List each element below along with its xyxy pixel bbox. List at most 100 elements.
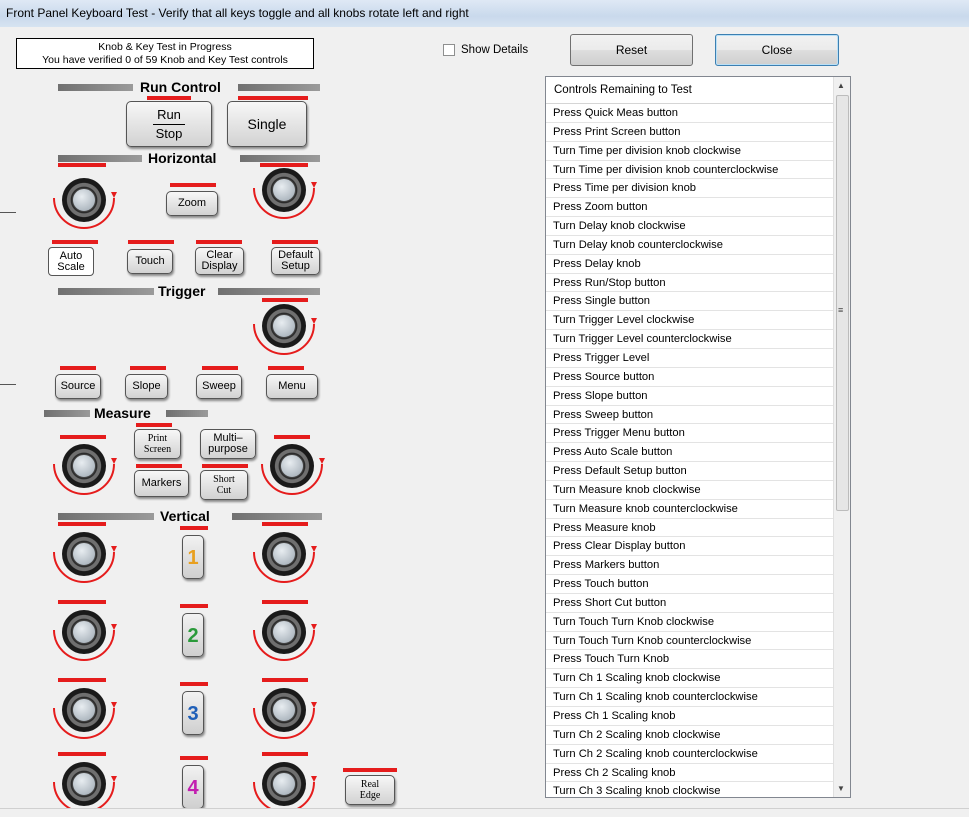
vertical-heading: Vertical xyxy=(160,508,210,524)
list-item[interactable]: Press Default Setup button xyxy=(546,462,836,481)
auto-scale-button[interactable]: Auto Scale xyxy=(48,247,94,276)
rotate-arrow-icon xyxy=(253,318,317,355)
touch-button[interactable]: Touch xyxy=(127,249,173,274)
purpose-label: purpose xyxy=(208,443,248,455)
channel-3-button[interactable]: 3 xyxy=(182,691,204,735)
single-button[interactable]: Single xyxy=(227,101,307,147)
multipurpose-button[interactable]: Multi– purpose xyxy=(200,429,256,459)
list-scrollbar[interactable]: ▲ ≡ ▼ xyxy=(833,77,850,797)
menu-button[interactable]: Menu xyxy=(266,374,318,399)
list-item[interactable]: Press Source button xyxy=(546,368,836,387)
list-item[interactable]: Press Single button xyxy=(546,292,836,312)
list-item[interactable]: Press Auto Scale button xyxy=(546,443,836,463)
source-indicator xyxy=(60,366,96,370)
list-item[interactable]: Press Touch Turn Knob xyxy=(546,650,836,670)
list-item[interactable]: Press Time per division knob xyxy=(546,179,836,199)
channel-2-button[interactable]: 2 xyxy=(182,613,204,657)
sweep-button[interactable]: Sweep xyxy=(196,374,242,399)
channel-indicator xyxy=(180,756,208,760)
single-indicator xyxy=(238,96,308,100)
rotate-arrow-icon xyxy=(53,624,117,661)
default-setup-button[interactable]: Default Setup xyxy=(271,247,320,275)
list-item[interactable]: Press Slope button xyxy=(546,387,836,406)
display-label: Display xyxy=(201,260,238,272)
show-details-checkbox[interactable]: Show Details xyxy=(443,44,528,56)
list-item[interactable]: Turn Time per division knob counterclock… xyxy=(546,161,836,180)
list-item[interactable]: Turn Ch 1 Scaling knob counterclockwise xyxy=(546,688,836,707)
knob-indicator xyxy=(58,163,106,167)
default-setup-indicator xyxy=(272,240,318,244)
list-item[interactable]: Turn Trigger Level clockwise xyxy=(546,311,836,331)
title-bar: Front Panel Keyboard Test - Verify that … xyxy=(0,0,969,27)
short-cut-button[interactable]: Short Cut xyxy=(200,470,248,500)
channel-indicator xyxy=(180,682,208,686)
list-item[interactable]: Press Short Cut button xyxy=(546,594,836,613)
list-item[interactable]: Press Markers button xyxy=(546,556,836,576)
list-item[interactable]: Press Ch 1 Scaling knob xyxy=(546,707,836,726)
source-button[interactable]: Source xyxy=(55,374,101,399)
print-screen-button[interactable]: Print Screen xyxy=(134,429,181,459)
section-bar xyxy=(218,288,320,295)
list-item[interactable]: Press Touch button xyxy=(546,575,836,594)
list-item[interactable]: Press Ch 2 Scaling knob xyxy=(546,764,836,783)
window-title: Front Panel Keyboard Test - Verify that … xyxy=(6,6,469,20)
list-item[interactable]: Turn Ch 2 Scaling knob counterclockwise xyxy=(546,745,836,764)
list-item[interactable]: Press Delay knob xyxy=(546,255,836,274)
section-bar xyxy=(58,513,154,520)
list-item[interactable]: Press Trigger Level xyxy=(546,349,836,368)
list-item[interactable]: Turn Trigger Level counterclockwise xyxy=(546,330,836,349)
list-item[interactable]: Press Quick Meas button xyxy=(546,104,836,123)
list-item[interactable]: Press Print Screen button xyxy=(546,123,836,142)
section-bar xyxy=(58,84,133,91)
markers-button[interactable]: Markers xyxy=(134,470,189,497)
list-item[interactable]: Turn Ch 3 Scaling knob clockwise xyxy=(546,782,836,797)
list-item[interactable]: Turn Measure knob counterclockwise xyxy=(546,500,836,519)
list-item[interactable]: Press Measure knob xyxy=(546,519,836,538)
reset-button[interactable]: Reset xyxy=(570,34,693,66)
rotate-arrow-icon xyxy=(261,458,325,495)
controls-remaining-list[interactable]: Controls Remaining to Test Press Quick M… xyxy=(545,76,851,798)
section-bar xyxy=(238,84,320,91)
short-label: Short xyxy=(213,474,235,485)
scroll-thumb[interactable] xyxy=(836,95,849,511)
list-item[interactable]: Turn Delay knob clockwise xyxy=(546,217,836,236)
list-item[interactable]: Turn Time per division knob clockwise xyxy=(546,142,836,161)
list-item[interactable]: Press Clear Display button xyxy=(546,537,836,557)
list-header[interactable]: Controls Remaining to Test xyxy=(546,77,850,104)
close-button[interactable]: Close xyxy=(715,34,839,66)
scroll-up-icon[interactable]: ▲ xyxy=(837,81,845,90)
sweep-indicator xyxy=(202,366,238,370)
list-item[interactable]: Press Zoom button xyxy=(546,198,836,218)
short-cut-indicator xyxy=(202,464,248,468)
measure-heading: Measure xyxy=(94,405,151,421)
clear-display-button[interactable]: Clear Display xyxy=(195,247,244,275)
slope-button[interactable]: Slope xyxy=(125,374,168,399)
list-item[interactable]: Turn Delay knob counterclockwise xyxy=(546,236,836,255)
list-item[interactable]: Press Sweep button xyxy=(546,406,836,425)
list-item[interactable]: Turn Touch Turn Knob counterclockwise xyxy=(546,632,836,651)
rotate-arrow-icon xyxy=(253,546,317,583)
auto-label: Auto xyxy=(59,249,83,262)
section-bar xyxy=(58,288,154,295)
list-item[interactable]: Press Run/Stop button xyxy=(546,274,836,293)
channel-4-button[interactable]: 4 xyxy=(182,765,204,809)
trigger-heading: Trigger xyxy=(158,283,206,299)
list-item[interactable]: Turn Ch 2 Scaling knob clockwise xyxy=(546,726,836,745)
channel-1-button[interactable]: 1 xyxy=(182,535,204,579)
list-item[interactable]: Press Trigger Menu button xyxy=(546,424,836,444)
checkbox-box[interactable] xyxy=(443,44,455,56)
rotate-arrow-icon xyxy=(253,182,317,219)
slope-indicator xyxy=(130,366,166,370)
rotate-arrow-icon xyxy=(253,702,317,739)
rotate-arrow-icon xyxy=(53,458,117,495)
grip-icon: ≡ xyxy=(838,305,844,315)
scroll-down-icon[interactable]: ▼ xyxy=(837,784,845,793)
list-item[interactable]: Turn Measure knob clockwise xyxy=(546,481,836,500)
list-item[interactable]: Turn Touch Turn Knob clockwise xyxy=(546,613,836,632)
run-stop-button[interactable]: Run Stop xyxy=(126,101,212,147)
real-edge-button[interactable]: Real Edge xyxy=(345,775,395,805)
list-item[interactable]: Turn Ch 1 Scaling knob clockwise xyxy=(546,669,836,689)
section-bar xyxy=(232,513,322,520)
zoom-button[interactable]: Zoom xyxy=(166,191,218,216)
menu-indicator xyxy=(268,366,304,370)
